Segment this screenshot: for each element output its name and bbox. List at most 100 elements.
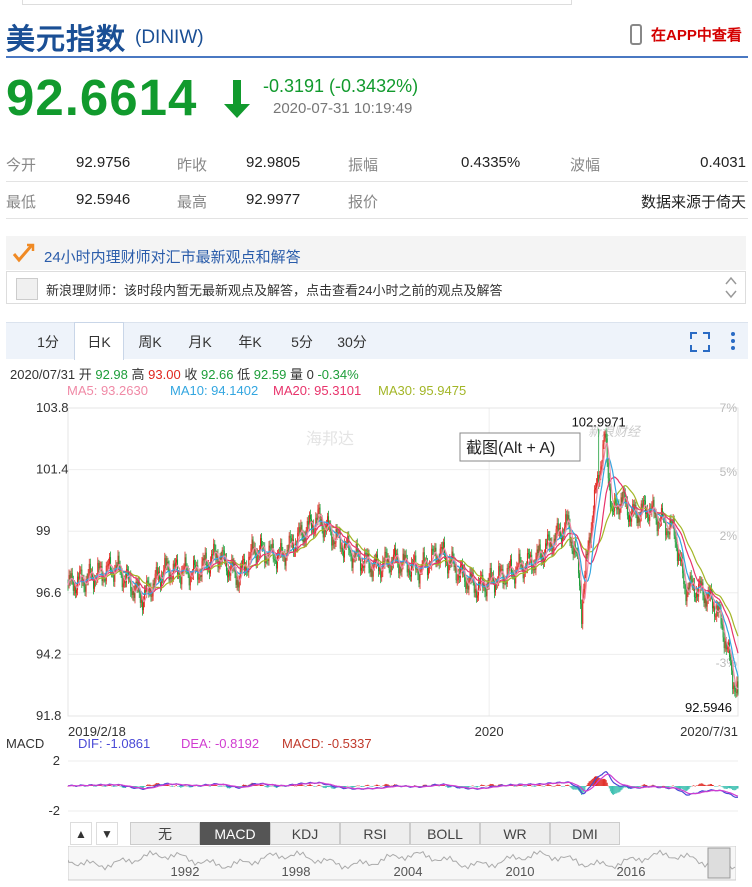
scroll-arrows-icon[interactable] — [724, 275, 738, 301]
max-price-label: 102.9971 — [572, 415, 626, 430]
macd-bar — [548, 784, 550, 786]
candle-body — [202, 558, 204, 562]
macd-bar — [368, 785, 370, 786]
timeline-navigator[interactable]: 1992 1998 2004 2010 2016 — [68, 846, 736, 882]
kline-vol-label: 量 — [289, 367, 303, 382]
macd-bar — [547, 784, 549, 786]
macd-bar — [390, 785, 392, 787]
candle-body — [527, 553, 529, 555]
candle-body — [643, 500, 645, 501]
candle-body — [306, 521, 308, 533]
macd-bar — [530, 784, 532, 786]
candle-body — [490, 568, 492, 579]
candle-body — [269, 545, 271, 548]
macd-bar — [638, 786, 640, 788]
more-menu-icon[interactable] — [728, 329, 738, 353]
candle-body — [454, 565, 456, 568]
tab-yearly-k[interactable]: 年K — [226, 323, 274, 359]
tab-daily-k[interactable]: 日K — [74, 322, 124, 360]
y-tick-label: 101.4 — [36, 462, 69, 477]
candle-body — [584, 574, 586, 589]
kline-low: 92.59 — [253, 367, 287, 382]
macd-bar — [585, 786, 587, 787]
nav-down-button[interactable]: ▼ — [96, 822, 118, 845]
tab-5min[interactable]: 5分 — [278, 323, 326, 359]
macd-bar — [184, 785, 186, 787]
tab-30min[interactable]: 30分 — [328, 323, 376, 359]
tab-weekly-k[interactable]: 周K — [126, 323, 174, 359]
macd-bar — [669, 786, 671, 787]
macd-bar — [696, 785, 698, 786]
macd-bar — [462, 786, 464, 787]
timeline-year: 2016 — [617, 864, 646, 879]
macd-bar — [554, 785, 556, 787]
candle-body — [334, 542, 336, 544]
candle-body — [365, 553, 367, 555]
macd-bar — [713, 785, 715, 786]
candle-body — [132, 590, 134, 596]
candle-body — [369, 568, 371, 573]
advisor-heading-link[interactable]: 24小时内理财师对汇市最新观点和解答 — [44, 246, 301, 267]
macd-bar — [702, 783, 704, 786]
indicator-dmi[interactable]: DMI — [550, 822, 620, 845]
indicator-kdj[interactable]: KDJ — [270, 822, 340, 845]
indicator-macd[interactable]: MACD — [200, 822, 270, 845]
macd-bar — [674, 786, 676, 787]
macd-bar — [379, 785, 381, 787]
macd-bar — [471, 785, 473, 787]
candle-body — [151, 596, 153, 598]
candle-body — [338, 532, 340, 534]
open-in-app-link[interactable]: 在APP中查看 — [651, 24, 742, 45]
macd-bar — [718, 785, 720, 787]
macd-bar — [736, 786, 738, 789]
macd-bar — [612, 786, 614, 795]
macd-bar — [568, 785, 570, 786]
nav-up-button[interactable]: ▲ — [70, 822, 92, 845]
y-tick-label: 91.8 — [36, 708, 61, 723]
candle-body — [657, 521, 659, 532]
macd-bar — [479, 786, 481, 787]
macd-bar — [634, 786, 636, 787]
fullscreen-icon[interactable] — [689, 331, 711, 353]
macd-bar — [145, 786, 147, 787]
candle-body — [734, 685, 736, 692]
macd-bar — [470, 786, 472, 787]
advisor-message[interactable]: 新浪理财师：该时段内暂无最新观点及解答，点击查看24小时之前的观点及解答 — [46, 280, 502, 299]
macd-bar — [242, 784, 244, 786]
candle-body — [476, 595, 478, 598]
candle-body — [393, 548, 395, 555]
macd-bar — [690, 786, 692, 787]
timeline-year: 1998 — [282, 864, 311, 879]
kline-date: 2020/07/31 — [10, 367, 76, 382]
macd-bar — [350, 786, 352, 787]
y-pct-label: 7% — [720, 401, 738, 415]
trend-icon — [12, 243, 35, 263]
kline-close-label: 收 — [184, 367, 198, 382]
macd-bar — [604, 779, 606, 786]
macd-bar — [259, 784, 261, 786]
indicator-wr[interactable]: WR — [480, 822, 550, 845]
indicator-none[interactable]: 无 — [130, 822, 200, 845]
candle-body — [586, 554, 588, 555]
indicator-rsi[interactable]: RSI — [340, 822, 410, 845]
indicator-tabs: ▲ ▼ 无 MACD KDJ RSI BOLL WR DMI — [6, 822, 748, 845]
candle-body — [735, 691, 737, 693]
macd-bar — [536, 785, 538, 786]
macd-bar — [724, 786, 726, 789]
tab-1min[interactable]: 1分 — [24, 323, 72, 359]
macd-bar — [240, 786, 242, 787]
kline-open-label: 开 — [78, 367, 92, 382]
macd-bar — [296, 785, 298, 787]
macd-bar — [543, 786, 545, 787]
candle-body — [656, 519, 658, 532]
macd-bar — [516, 785, 518, 787]
macd-bar — [346, 786, 348, 787]
candle-body — [715, 616, 717, 618]
macd-bar — [120, 786, 122, 787]
macd-bar — [380, 786, 382, 787]
macd-bar — [560, 786, 562, 787]
candlestick-chart[interactable]: 103.8101.49996.694.291.87%5%2%-3%2019/2/… — [0, 398, 752, 740]
tab-monthly-k[interactable]: 月K — [176, 323, 224, 359]
indicator-boll[interactable]: BOLL — [410, 822, 480, 845]
macd-bar — [382, 785, 384, 787]
